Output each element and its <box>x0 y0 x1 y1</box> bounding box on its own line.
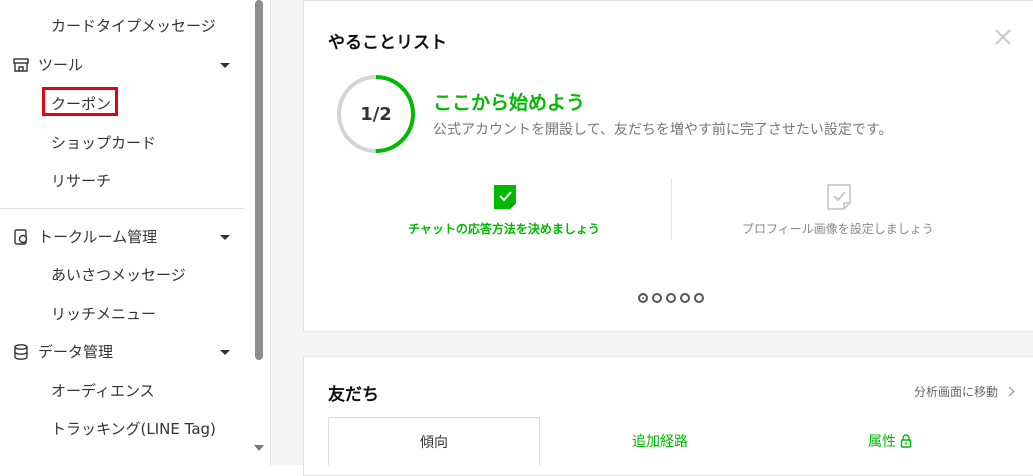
task-chat-response[interactable]: チャットの応答方法を決めましょう <box>408 220 600 237</box>
sidebar-item-research[interactable]: リサーチ <box>51 170 111 191</box>
close-icon[interactable] <box>993 27 1013 47</box>
database-icon <box>12 343 30 361</box>
sidebar-group-talk-room-label: トークルーム管理 <box>38 228 158 246</box>
progress-label: 1/2 <box>360 103 392 125</box>
sidebar-group-talk-room[interactable]: トークルーム管理 <box>12 226 157 247</box>
pagination-dot[interactable] <box>666 293 676 303</box>
task-profile-image[interactable]: プロフィール画像を設定しましょう <box>742 220 934 237</box>
chevron-down-icon[interactable] <box>220 235 230 240</box>
chevron-down-icon[interactable] <box>220 350 230 355</box>
sidebar-group-data-label: データ管理 <box>38 343 114 361</box>
analysis-link[interactable]: 分析画面に移動 <box>914 383 1015 400</box>
sidebar-item-tracking[interactable]: トラッキング(LINE Tag) <box>51 418 216 439</box>
task-pending-icon[interactable] <box>827 184 851 210</box>
lock-icon <box>900 434 912 448</box>
sidebar-group-data[interactable]: データ管理 <box>12 341 113 362</box>
chat-settings-icon <box>12 228 30 246</box>
sidebar-group-tools[interactable]: ツール <box>12 54 83 75</box>
sidebar-item-greeting[interactable]: あいさつメッセージ <box>51 264 186 285</box>
sidebar-item-shop-card[interactable]: ショップカード <box>51 132 156 153</box>
start-headline: ここから始めよう <box>433 92 586 114</box>
analysis-link-label: 分析画面に移動 <box>914 385 999 399</box>
tab-attributes-label: 属性 <box>868 434 896 450</box>
todo-title: やることリスト <box>328 33 447 53</box>
pagination-dot[interactable] <box>652 293 662 303</box>
scrollbar-thumb[interactable] <box>255 0 263 360</box>
sidebar-item-card-type-message[interactable]: カードタイプメッセージ <box>51 15 216 36</box>
chevron-right-icon <box>1004 386 1015 397</box>
pagination-dot[interactable] <box>680 293 690 303</box>
friends-title: 友だち <box>328 385 379 405</box>
sidebar-group-tools-label: ツール <box>38 56 84 74</box>
sidebar-item-coupon[interactable]: クーポン <box>51 93 111 114</box>
start-description: 公式アカウントを開設して、友だちを増やす前に完了させたい設定です。 <box>433 122 893 138</box>
pagination-dot[interactable] <box>694 293 704 303</box>
sidebar: カードタイプメッセージ ツール クーポン ショップカード リサーチ トークルーム… <box>0 0 252 465</box>
task-divider <box>671 178 672 240</box>
shop-icon <box>12 56 30 74</box>
tab-acquisition-channel[interactable]: 追加経路 <box>560 417 760 465</box>
sidebar-item-rich-menu[interactable]: リッチメニュー <box>51 303 156 324</box>
sidebar-divider <box>0 208 244 209</box>
sidebar-item-audience[interactable]: オーディエンス <box>51 380 155 401</box>
scroll-down-arrow-icon[interactable] <box>254 445 264 451</box>
task-check-icon[interactable] <box>493 184 517 210</box>
tab-attributes[interactable]: 属性 <box>790 417 990 465</box>
chevron-down-icon[interactable] <box>220 63 230 68</box>
carousel-pagination[interactable] <box>638 293 704 303</box>
pagination-dot[interactable] <box>638 293 648 303</box>
tab-trend[interactable]: 傾向 <box>328 417 540 465</box>
